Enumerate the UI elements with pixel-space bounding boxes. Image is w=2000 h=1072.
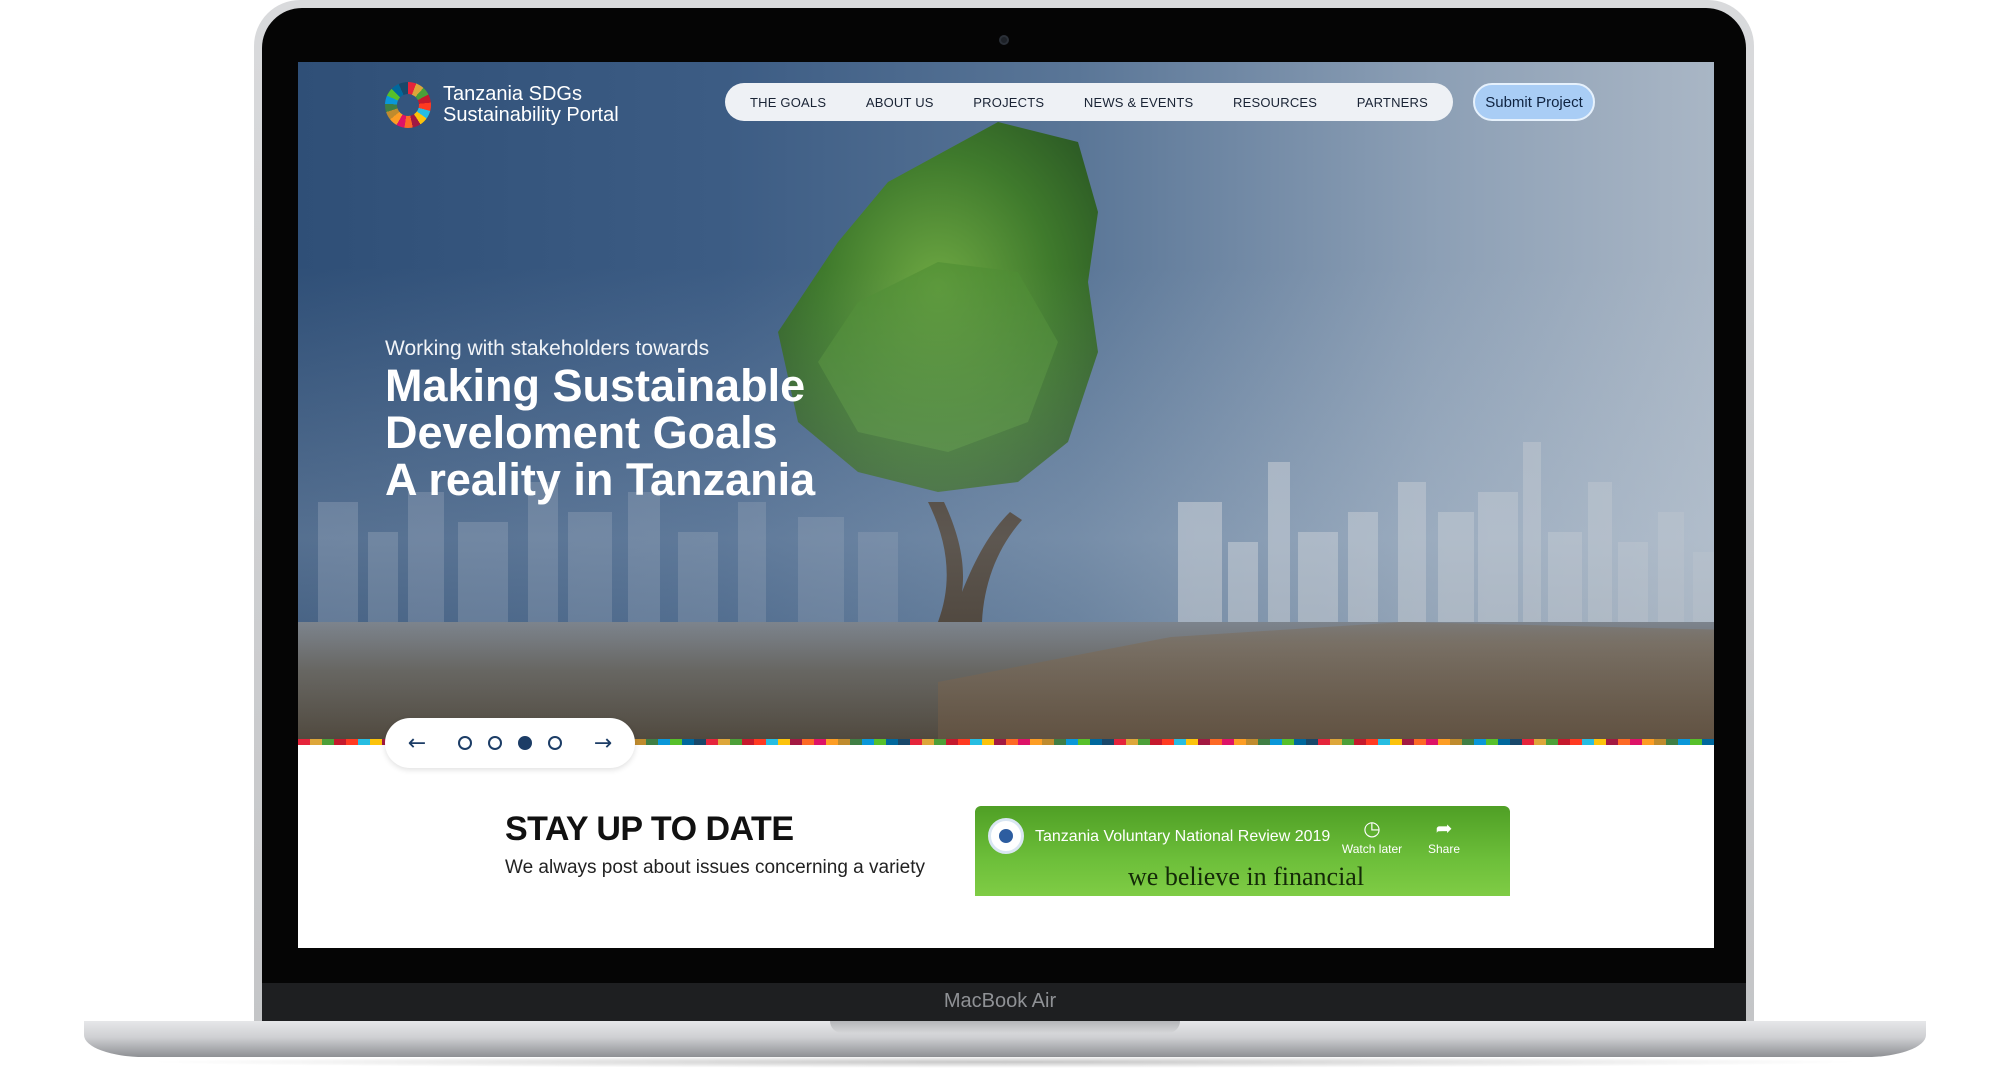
main-nav: THE GOALS ABOUT US PROJECTS NEWS & EVENT… (725, 83, 1453, 121)
slider-controls: ← → (385, 718, 635, 768)
device-brand-label: MacBook Air (943, 990, 1057, 1012)
nav-item-news-events[interactable]: NEWS & EVENTS (1084, 95, 1194, 110)
slider-dots (458, 736, 562, 750)
section-text: We always post about issues concerning a… (505, 857, 925, 878)
hero-title-line-1: Making Sustainable (385, 360, 806, 411)
submit-project-button[interactable]: Submit Project (1473, 83, 1595, 121)
clock-icon: ◷ (1363, 816, 1381, 840)
hero-title-line-3: A reality in Tanzania (385, 454, 816, 505)
hero-title-line-2: Develoment Goals (385, 407, 778, 458)
share-button[interactable]: ➦ Share (1409, 816, 1479, 856)
logo-line-1: Tanzania SDGs (443, 83, 582, 105)
nav-item-partners[interactable]: PARTNERS (1357, 95, 1428, 110)
slider-dot-4[interactable] (548, 736, 562, 750)
slider-dot-3[interactable] (518, 736, 532, 750)
nav-item-about-us[interactable]: ABOUT US (866, 95, 934, 110)
nav-item-the-goals[interactable]: THE GOALS (750, 95, 826, 110)
watch-later-label: Watch later (1341, 842, 1403, 856)
hero-title: Making Sustainable Develoment Goals A re… (385, 362, 945, 503)
laptop-notch (830, 1021, 1180, 1033)
logo-text: Tanzania SDGs Sustainability Portal (443, 84, 619, 126)
share-label: Share (1427, 842, 1461, 856)
hero-banner: Tanzania SDGs Sustainability Portal THE … (298, 62, 1714, 742)
slider-dot-2[interactable] (488, 736, 502, 750)
camera-icon (999, 35, 1009, 45)
sdg-wheel-icon (385, 82, 431, 128)
share-icon: ➦ (1435, 816, 1453, 840)
website-screen: Tanzania SDGs Sustainability Portal THE … (298, 62, 1714, 948)
channel-avatar[interactable] (988, 818, 1024, 854)
video-caption: we believe in financial (1128, 862, 1365, 891)
site-logo[interactable]: Tanzania SDGs Sustainability Portal (385, 82, 619, 128)
nav-item-projects[interactable]: PROJECTS (973, 95, 1044, 110)
slider-dot-1[interactable] (458, 736, 472, 750)
laptop-shadow (140, 1056, 1870, 1068)
nav-item-resources[interactable]: RESOURCES (1233, 95, 1317, 110)
logo-line-2: Sustainability Portal (443, 104, 619, 126)
video-title[interactable]: Tanzania Voluntary National Review 2019 (1035, 828, 1330, 846)
video-embed[interactable]: Tanzania Voluntary National Review 2019 … (975, 806, 1510, 896)
arrow-left-icon[interactable]: ← (405, 731, 429, 756)
hero-subtitle: Working with stakeholders towards (385, 337, 710, 360)
arrow-right-icon[interactable]: → (591, 731, 615, 756)
section-title: STAY UP TO DATE (505, 810, 794, 848)
watch-later-button[interactable]: ◷ Watch later (1337, 816, 1407, 856)
